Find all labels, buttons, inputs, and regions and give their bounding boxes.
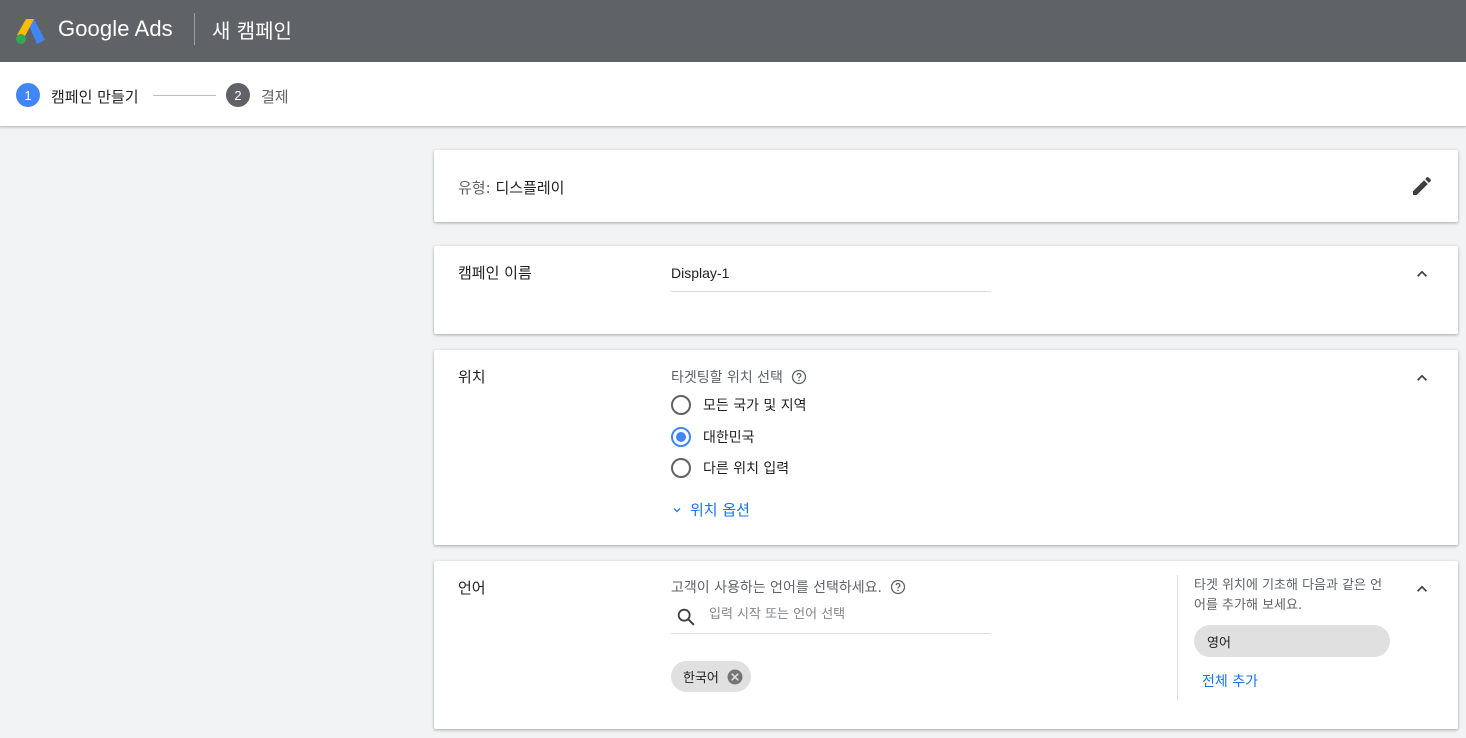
chevron-up-icon[interactable]: [1412, 579, 1432, 599]
radio-label: 대한민국: [703, 430, 755, 446]
step-1-label: 캠페인 만들기: [51, 88, 139, 106]
brand-name: Google Ads: [58, 16, 173, 41]
location-option-other[interactable]: 다른 위치 입력: [671, 458, 789, 478]
location-option-korea[interactable]: 대한민국: [671, 427, 755, 447]
chevron-down-icon: [673, 507, 681, 512]
search-icon: [677, 608, 695, 626]
language-card: 언어 고객이 사용하는 언어를 선택하세요. 한국어 타겟 위치에 기초해 다음…: [434, 561, 1458, 729]
location-card: 위치 타겟팅할 위치 선택 모든 국가 및 지역 대한민국 다른 위치 입력 위…: [434, 350, 1458, 545]
step-1-indicator: 1: [16, 83, 40, 107]
location-options-toggle[interactable]: 위치 옵션: [670, 499, 750, 520]
location-options-label: 위치 옵션: [690, 501, 750, 519]
page-title: 새 캠페인: [212, 19, 292, 43]
campaign-type-card: 유형: 디스플레이: [434, 150, 1458, 222]
language-chip: 한국어: [671, 661, 751, 692]
google-ads-logo-icon[interactable]: [15, 15, 47, 45]
location-hint: 타겟팅할 위치 선택: [671, 367, 807, 387]
remove-chip-icon[interactable]: [727, 669, 743, 685]
language-hint: 고객이 사용하는 언어를 선택하세요.: [671, 577, 906, 597]
step-2-indicator: 2: [226, 83, 250, 107]
language-search: [671, 601, 991, 634]
campaign-type-row: 유형: 디스플레이: [458, 177, 564, 198]
radio-button[interactable]: [671, 395, 691, 415]
campaign-type-value: 디스플레이: [495, 179, 565, 197]
add-all-link[interactable]: 전체 추가: [1202, 671, 1258, 691]
location-option-all[interactable]: 모든 국가 및 지역: [671, 395, 807, 415]
chevron-up-icon[interactable]: [1412, 264, 1432, 284]
language-search-input[interactable]: [709, 607, 979, 622]
header-divider: [194, 13, 195, 45]
top-app-bar: Google Ads 새 캠페인: [0, 0, 1466, 62]
radio-button-selected[interactable]: [671, 427, 691, 447]
help-icon[interactable]: [791, 369, 807, 385]
language-chip-label: 한국어: [683, 671, 719, 686]
language-label: 언어: [458, 579, 486, 597]
radio-label: 모든 국가 및 지역: [703, 398, 807, 414]
campaign-type-key: 유형:: [458, 179, 491, 197]
suggestion-divider: [1177, 575, 1178, 700]
language-hint-text: 고객이 사용하는 언어를 선택하세요.: [671, 580, 882, 596]
help-icon[interactable]: [890, 579, 906, 595]
chevron-up-icon[interactable]: [1412, 368, 1432, 388]
suggested-language-chip[interactable]: 영어: [1194, 625, 1390, 657]
pencil-icon[interactable]: [1410, 174, 1434, 198]
campaign-name-input[interactable]: Display-1: [671, 262, 991, 292]
location-hint-text: 타겟팅할 위치 선택: [671, 370, 783, 386]
radio-label: 다른 위치 입력: [703, 461, 790, 477]
language-suggestion-text: 타겟 위치에 기초해 다음과 같은 언어를 추가해 보세요.: [1194, 578, 1383, 613]
campaign-name-label: 캠페인 이름: [458, 264, 532, 282]
step-2-label: 결제: [261, 88, 289, 106]
radio-button[interactable]: [671, 458, 691, 478]
step-connector: [153, 95, 216, 96]
campaign-name-card: 캠페인 이름 Display-1: [434, 246, 1458, 334]
stepper: 1 캠페인 만들기 2 결제: [0, 62, 1466, 127]
location-label: 위치: [458, 368, 486, 386]
